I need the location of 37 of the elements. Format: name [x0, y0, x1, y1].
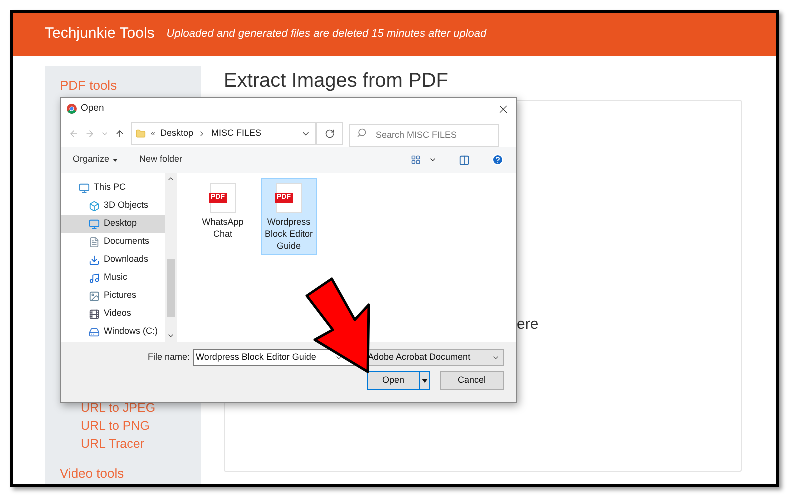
dialog-title: Open — [81, 102, 104, 116]
drop-zone-text: ere — [517, 315, 539, 335]
path-crumb[interactable]: Desktop — [160, 126, 194, 140]
address-bar[interactable]: « Desktop MISC FILES — [131, 122, 316, 145]
nav-label: Music — [104, 271, 128, 284]
file-name-value: Wordpress Block Editor Guide — [196, 350, 316, 364]
site-title[interactable]: Techjunkie Tools — [45, 23, 155, 46]
file-name: WhatsApp Chat — [201, 216, 245, 240]
new-folder-button[interactable]: New folder — [140, 153, 183, 167]
nav-label: Desktop — [104, 217, 138, 230]
nav-label: This PC — [94, 181, 126, 194]
nav-item[interactable]: Windows (C:) — [61, 323, 165, 341]
path-crumb[interactable]: MISC FILES — [211, 126, 262, 140]
nav-label: Downloads — [104, 253, 149, 266]
file-name: Wordpress Block Editor Guide — [264, 216, 314, 252]
header-notice: Uploaded and generated files are deleted 15 minutes after upload — [166, 27, 487, 42]
nav-item[interactable]: 3D Objects — [61, 197, 165, 215]
nav-label: 3D Objects — [104, 199, 149, 212]
nav-item[interactable]: Documents — [61, 233, 165, 251]
nav-label: Windows (C:) — [104, 325, 158, 338]
nav-label: Pictures — [104, 289, 137, 302]
nav-item[interactable]: Desktop — [61, 215, 165, 233]
nav-item[interactable]: This PC — [61, 179, 165, 197]
organize-menu[interactable]: Organize — [73, 153, 118, 167]
nav-item[interactable]: Music — [61, 269, 165, 287]
nav-item[interactable]: Videos — [61, 305, 165, 323]
cancel-button[interactable]: Cancel — [440, 371, 504, 390]
page-title: Extract Images from PDF — [224, 69, 450, 94]
file-name-field[interactable]: Wordpress Block Editor Guide — [193, 349, 358, 366]
nav-item[interactable]: Downloads — [61, 251, 165, 269]
path-overflow[interactable]: « — [151, 128, 156, 140]
nav-label: Videos — [104, 307, 132, 320]
nav-label: Documents — [104, 235, 150, 248]
nav-item[interactable]: Pictures — [61, 287, 165, 305]
file-name-label: File name: — [148, 350, 190, 364]
open-button[interactable]: Open — [367, 371, 430, 390]
search-field[interactable]: Search MISC FILES — [349, 124, 499, 146]
